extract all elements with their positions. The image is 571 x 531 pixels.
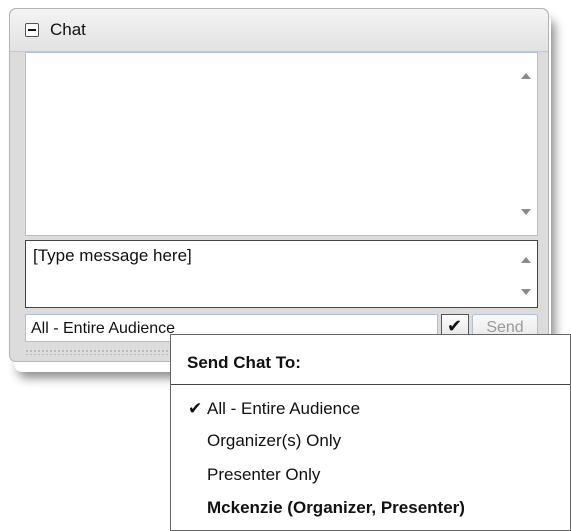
menu-item-mckenzie[interactable]: Mckenzie (Organizer, Presenter) [207,498,465,518]
chat-message-text: [Type message here] [33,246,192,265]
input-scrollbar[interactable] [515,241,537,307]
resize-grip[interactable] [25,349,180,355]
menu-divider [171,384,570,385]
menu-item-all-audience[interactable]: All - Entire Audience [207,399,360,419]
chat-panel: Chat [Type message here] All - Entire Au… [9,8,549,362]
chat-message-input[interactable]: [Type message here] [25,240,538,308]
chat-title: Chat [50,20,86,39]
history-scrollbar[interactable] [515,53,537,235]
scroll-down-icon[interactable] [521,209,531,215]
scroll-up-icon[interactable] [521,73,531,79]
chat-history[interactable] [25,52,538,236]
input-scroll-down-icon[interactable] [521,289,531,295]
chat-panel-header: Chat [10,9,548,52]
menu-item-presenter-only[interactable]: Presenter Only [207,465,320,485]
menu-header: Send Chat To: [187,353,301,372]
send-chat-to-menu: Send Chat To: ✔ All - Entire Audience Or… [170,334,571,531]
minus-icon[interactable] [25,23,39,37]
checkmark-icon: ✔ [188,399,203,418]
input-scroll-up-icon[interactable] [521,257,531,263]
menu-item-organizers-only[interactable]: Organizer(s) Only [207,431,341,451]
